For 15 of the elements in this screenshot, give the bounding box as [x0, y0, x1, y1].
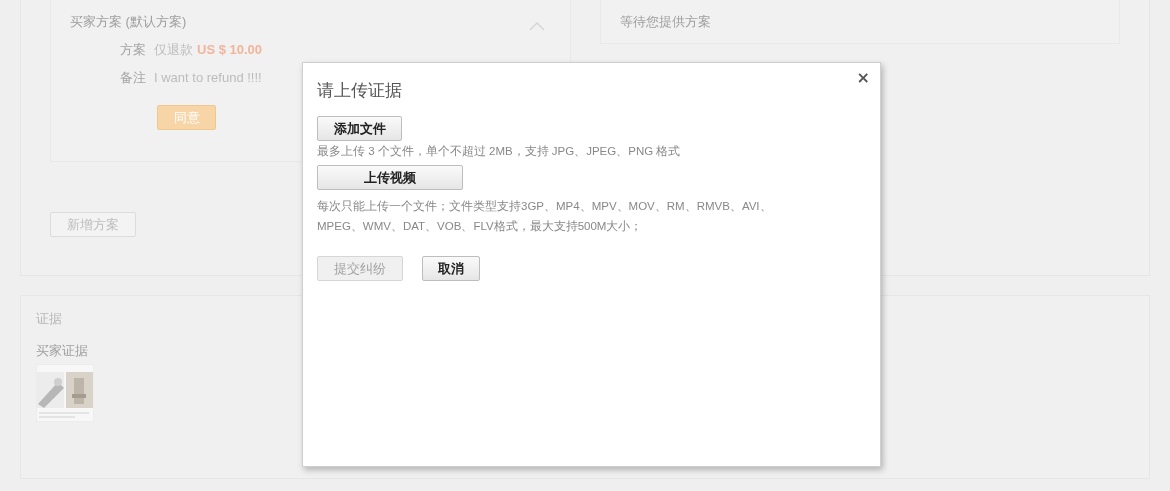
plan-title: 等待您提供方案 [619, 14, 711, 29]
plan-title: 买家方案 (默认方案) [70, 12, 187, 31]
video-hint: 每次只能上传一个文件；文件类型支持3GP、MP4、MPV、MOV、RM、RMVB、AVI、 [317, 199, 773, 214]
add-file-button[interactable]: 添加文件 [317, 116, 402, 141]
close-button[interactable]: × [854, 69, 872, 87]
refund-amount: US $ 10.00 [197, 42, 263, 57]
upload-video-button[interactable]: 上传视频 [317, 165, 463, 190]
cancel-button[interactable]: 取消 [422, 256, 480, 281]
video-hint: MPEG、WMV、DAT、VOB、FLV格式，最大支持500M大小； [317, 219, 644, 234]
collapse-chevron-icon[interactable] [528, 22, 545, 31]
file-hint: 最多上传 3 个文件，单个不超过 2MB，支持 JPG、JPEG、PNG 格式 [317, 144, 682, 159]
evidence-label: 买家证据 [36, 342, 89, 360]
dialog-title: 请上传证据 [317, 80, 403, 102]
field-label: 备注 [120, 69, 147, 87]
field-label: 方案 [120, 41, 147, 59]
